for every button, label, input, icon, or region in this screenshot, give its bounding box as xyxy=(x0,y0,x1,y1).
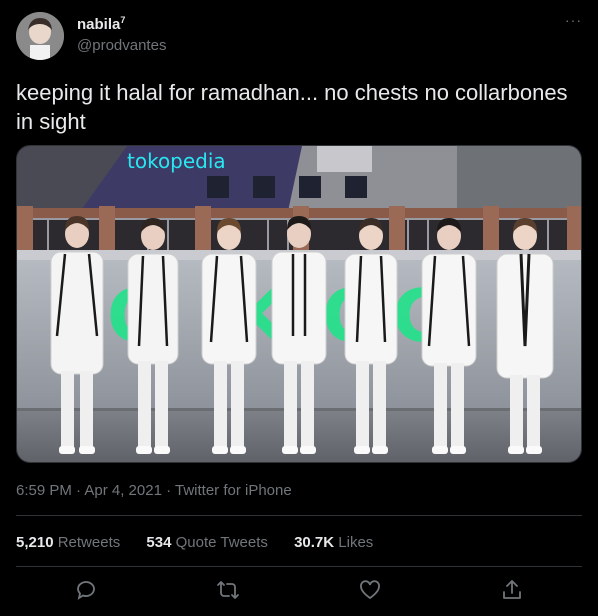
retweet-icon[interactable] xyxy=(216,578,244,606)
share-icon[interactable] xyxy=(500,578,528,606)
user-handle[interactable]: @prodvantes xyxy=(77,37,166,54)
divider xyxy=(16,515,582,516)
quote-tweets-stat[interactable]: 534 Quote Tweets xyxy=(146,534,267,551)
action-bar xyxy=(0,578,598,608)
tweet-timestamp[interactable]: 6:59 PM · Apr 4, 2021 · Twitter for iPho… xyxy=(16,482,292,499)
group-photo: tokopedia O K O C xyxy=(17,146,581,462)
avatar[interactable] xyxy=(16,12,64,60)
tweet-media[interactable]: tokopedia O K O C xyxy=(16,145,582,463)
reply-icon[interactable] xyxy=(74,578,102,606)
like-icon[interactable] xyxy=(358,578,386,606)
divider xyxy=(16,566,582,567)
more-options-icon[interactable]: ··· xyxy=(565,12,582,28)
display-name[interactable]: nabila7 xyxy=(77,15,125,33)
likes-stat[interactable]: 30.7K Likes xyxy=(294,534,373,551)
media-sign-text: tokopedia xyxy=(127,149,226,173)
retweets-stat[interactable]: 5,210 Retweets xyxy=(16,534,120,551)
tweet-text: keeping it halal for ramadhan... no ches… xyxy=(16,80,568,134)
avatar-image xyxy=(16,12,64,60)
engagement-stats: 5,210 Retweets 534 Quote Tweets 30.7K Li… xyxy=(16,534,395,551)
